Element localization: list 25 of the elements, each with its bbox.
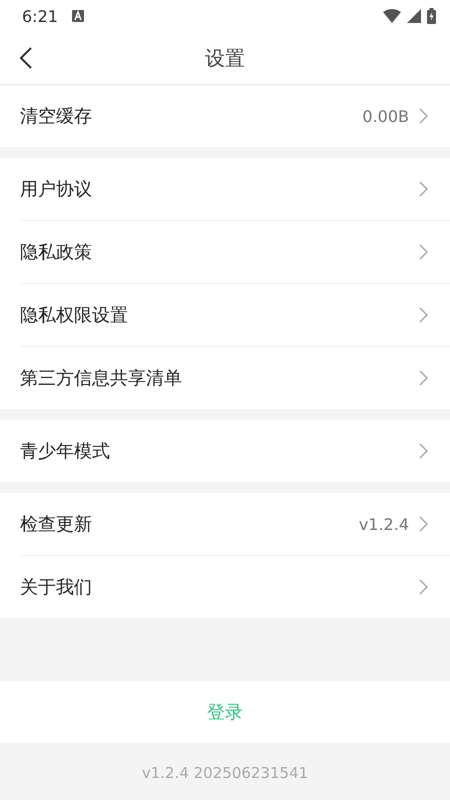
settings-item[interactable]: 清空缓存 <box>20 104 362 128</box>
settings-item[interactable]: 青少年模式 <box>20 439 419 463</box>
settings-item[interactable]: 隐私政策 <box>20 240 419 264</box>
wifi-icon <box>383 9 401 23</box>
settings-item[interactable]: 隐私权限设置 <box>20 303 419 327</box>
settings-item[interactable]: 关于我们 <box>20 575 419 599</box>
chevron-right-icon[interactable] <box>419 108 428 124</box>
chevron-right-icon[interactable] <box>419 307 428 323</box>
settings-item[interactable]: 检查更新 <box>20 512 359 536</box>
chevron-right-icon[interactable] <box>419 181 428 197</box>
keyboard-icon <box>72 10 84 22</box>
item-value: 0.00B <box>362 106 409 126</box>
version-text: v1.2.4 202506231541 <box>142 764 308 782</box>
settings-item[interactable]: 第三方信息共享清单 <box>20 366 419 390</box>
item-value: v1.2.4 <box>358 514 409 534</box>
signal-icon <box>407 9 421 23</box>
chevron-right-icon[interactable] <box>419 579 428 595</box>
status-time: 6:21 <box>22 6 58 26</box>
battery-icon <box>427 8 436 24</box>
page-title: 设置 <box>205 44 245 72</box>
settings-item[interactable]: 用户协议 <box>20 177 419 201</box>
chevron-right-icon[interactable] <box>419 516 428 532</box>
chevron-right-icon[interactable] <box>419 370 428 386</box>
chevron-right-icon[interactable] <box>419 244 428 260</box>
chevron-right-icon[interactable] <box>419 443 428 459</box>
